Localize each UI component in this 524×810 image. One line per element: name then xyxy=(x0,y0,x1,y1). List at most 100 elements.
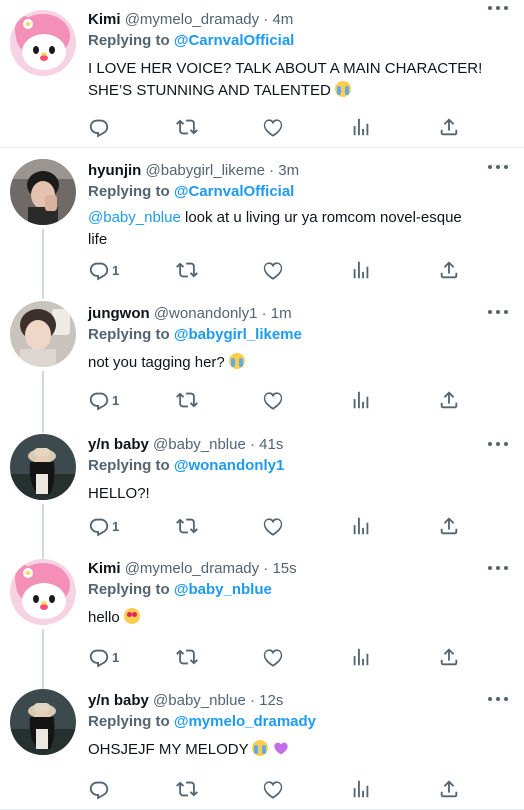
share-button[interactable] xyxy=(438,777,460,801)
share-icon xyxy=(438,646,460,668)
tweet-header: Kimi @mymelo_dramady · 4m xyxy=(88,10,510,30)
mention-link[interactable]: @CarnvalOfficial xyxy=(174,183,295,200)
reply-button[interactable] xyxy=(88,777,112,801)
heart-eyes-face-icon xyxy=(123,608,140,624)
display-name[interactable]: Kimi xyxy=(88,560,121,577)
tweet[interactable]: Kimi @mymelo_dramady · 15s Replying to @… xyxy=(0,549,524,681)
like-button[interactable] xyxy=(262,645,284,669)
tweet[interactable]: y/n baby @baby_nblue · 41s Replying to @… xyxy=(0,425,524,549)
share-icon xyxy=(438,259,460,281)
analytics-button[interactable] xyxy=(350,258,372,282)
mention-link[interactable]: @mymelo_dramady xyxy=(174,713,316,730)
share-button[interactable] xyxy=(438,115,460,139)
display-name[interactable]: hyunjin xyxy=(88,162,141,179)
like-button[interactable] xyxy=(262,388,284,412)
retweet-button[interactable] xyxy=(176,645,198,669)
tweet-header: jungwon @wonandonly1 · 1m xyxy=(88,304,510,324)
reply-button[interactable]: 1 xyxy=(88,388,119,412)
display-name[interactable]: y/n baby xyxy=(88,436,149,453)
avatar[interactable] xyxy=(10,559,76,625)
analytics-button[interactable] xyxy=(350,115,372,139)
mention-link[interactable]: @babygirl_likeme xyxy=(174,326,302,343)
like-button[interactable] xyxy=(262,258,284,282)
tweet[interactable]: hyunjin @babygirl_likeme · 3m Replying t… xyxy=(0,149,524,289)
timestamp[interactable]: · 41s xyxy=(250,436,283,453)
analytics-button[interactable] xyxy=(350,514,372,538)
replying-to: Replying to @mymelo_dramady xyxy=(88,713,317,730)
retweet-icon xyxy=(176,778,198,800)
reply-button[interactable] xyxy=(88,115,112,139)
share-button[interactable] xyxy=(438,645,460,669)
tweet-actions: 1 xyxy=(88,514,468,538)
timestamp[interactable]: · 12s xyxy=(250,692,283,709)
timestamp[interactable]: · 1m xyxy=(262,305,292,322)
mention-link[interactable]: @CarnvalOfficial xyxy=(174,32,295,49)
handle[interactable]: @wonandonly1 xyxy=(154,305,258,322)
more-icon[interactable] xyxy=(488,564,508,572)
tweet[interactable]: Kimi @mymelo_dramady · 4m Replying to @C… xyxy=(0,0,524,148)
analytics-button[interactable] xyxy=(350,645,372,669)
thread-line xyxy=(42,425,44,433)
handle[interactable]: @mymelo_dramady xyxy=(125,560,259,577)
retweet-button[interactable] xyxy=(176,388,198,412)
more-icon[interactable] xyxy=(488,308,508,316)
retweet-button[interactable] xyxy=(176,115,198,139)
loudly-crying-face-icon xyxy=(228,353,245,369)
like-button[interactable] xyxy=(262,514,284,538)
display-name[interactable]: Kimi xyxy=(88,11,121,28)
more-icon[interactable] xyxy=(488,4,508,12)
timestamp[interactable]: · 4m xyxy=(263,11,293,28)
handle[interactable]: @baby_nblue xyxy=(153,692,246,709)
like-icon xyxy=(262,389,284,411)
tweet[interactable]: jungwon @wonandonly1 · 1m Replying to @b… xyxy=(0,289,524,425)
handle[interactable]: @babygirl_likeme xyxy=(146,162,265,179)
handle[interactable]: @baby_nblue xyxy=(153,436,246,453)
tweet-header: Kimi @mymelo_dramady · 15s xyxy=(88,559,510,579)
like-icon xyxy=(262,116,284,138)
share-button[interactable] xyxy=(438,514,460,538)
timestamp[interactable]: · 15s xyxy=(263,560,296,577)
reply-button[interactable]: 1 xyxy=(88,514,119,538)
avatar[interactable] xyxy=(10,159,76,225)
handle[interactable]: @mymelo_dramady xyxy=(125,11,259,28)
reply-icon xyxy=(88,116,110,138)
like-button[interactable] xyxy=(262,115,284,139)
like-button[interactable] xyxy=(262,777,284,801)
analytics-button[interactable] xyxy=(350,388,372,412)
reply-count: 1 xyxy=(112,518,120,534)
thread-line xyxy=(42,629,44,681)
avatar[interactable] xyxy=(10,301,76,367)
retweet-icon xyxy=(176,259,198,281)
mention-link[interactable]: @baby_nblue xyxy=(174,581,272,598)
tweet-text: I LOVE HER VOICE? TALK ABOUT A MAIN CHAR… xyxy=(88,60,483,99)
share-button[interactable] xyxy=(438,388,460,412)
thread-line xyxy=(42,549,44,559)
tweet-header: y/n baby @baby_nblue · 41s xyxy=(88,435,510,455)
mention-link[interactable]: @baby_nblue xyxy=(88,209,181,226)
avatar[interactable] xyxy=(10,434,76,500)
tweet[interactable]: y/n baby @baby_nblue · 12s Replying to @… xyxy=(0,681,524,810)
reply-icon xyxy=(88,778,110,800)
retweet-button[interactable] xyxy=(176,258,198,282)
tweet-actions xyxy=(88,115,468,139)
reply-button[interactable]: 1 xyxy=(88,258,119,282)
display-name[interactable]: jungwon xyxy=(88,305,150,322)
timestamp[interactable]: · 3m xyxy=(269,162,299,179)
analytics-button[interactable] xyxy=(350,777,372,801)
share-icon xyxy=(438,389,460,411)
tweet-text: OHSJEJF MY MELODY xyxy=(88,739,510,761)
display-name[interactable]: y/n baby xyxy=(88,692,149,709)
more-icon[interactable] xyxy=(488,163,508,171)
mention-link[interactable]: @wonandonly1 xyxy=(174,457,284,474)
retweet-button[interactable] xyxy=(176,514,198,538)
more-icon[interactable] xyxy=(488,695,508,703)
replying-to: Replying to @CarnvalOfficial xyxy=(88,183,295,200)
more-icon[interactable] xyxy=(488,440,508,448)
analytics-icon xyxy=(350,389,372,411)
avatar[interactable] xyxy=(10,689,76,755)
retweet-button[interactable] xyxy=(176,777,198,801)
avatar[interactable] xyxy=(10,10,76,76)
reply-button[interactable]: 1 xyxy=(88,645,119,669)
analytics-icon xyxy=(350,646,372,668)
share-button[interactable] xyxy=(438,258,460,282)
